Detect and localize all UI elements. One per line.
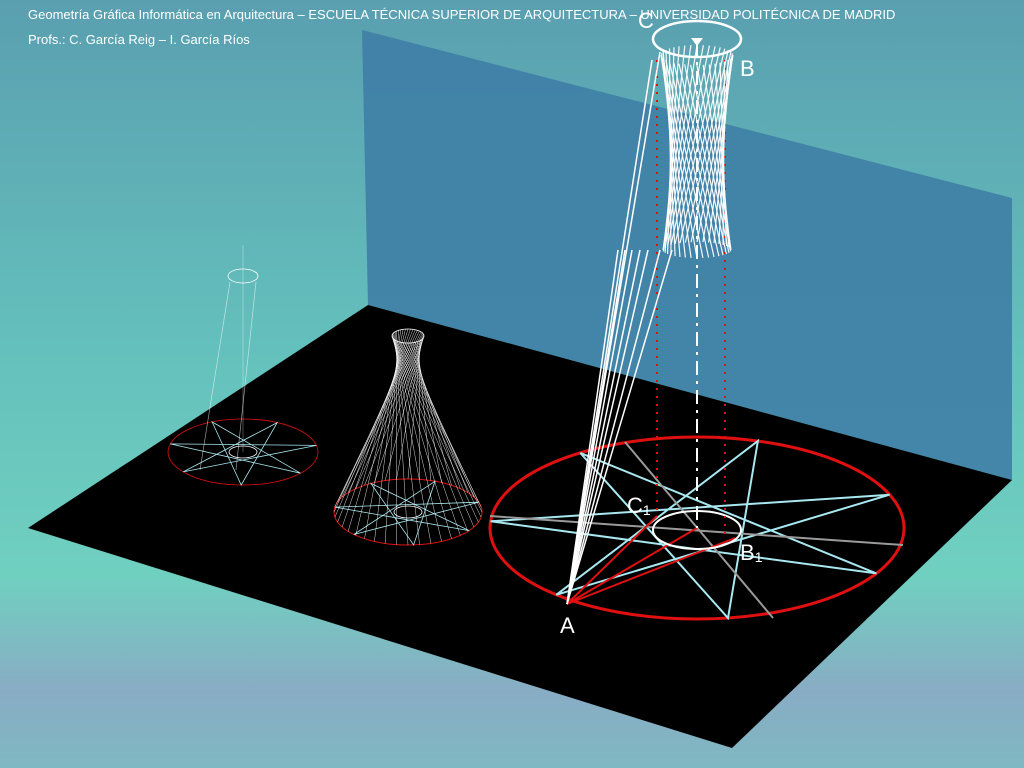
professors-line: Profs.: C. García Reig – I. García Ríos <box>28 32 250 47</box>
label-b: B <box>740 56 755 81</box>
course-title: Geometría Gráfica Informática en Arquite… <box>28 7 896 22</box>
geometry-scene: C B A B1 C1 <box>28 8 1012 748</box>
label-a: A <box>560 613 575 638</box>
axis-arrow-icon <box>691 38 703 46</box>
